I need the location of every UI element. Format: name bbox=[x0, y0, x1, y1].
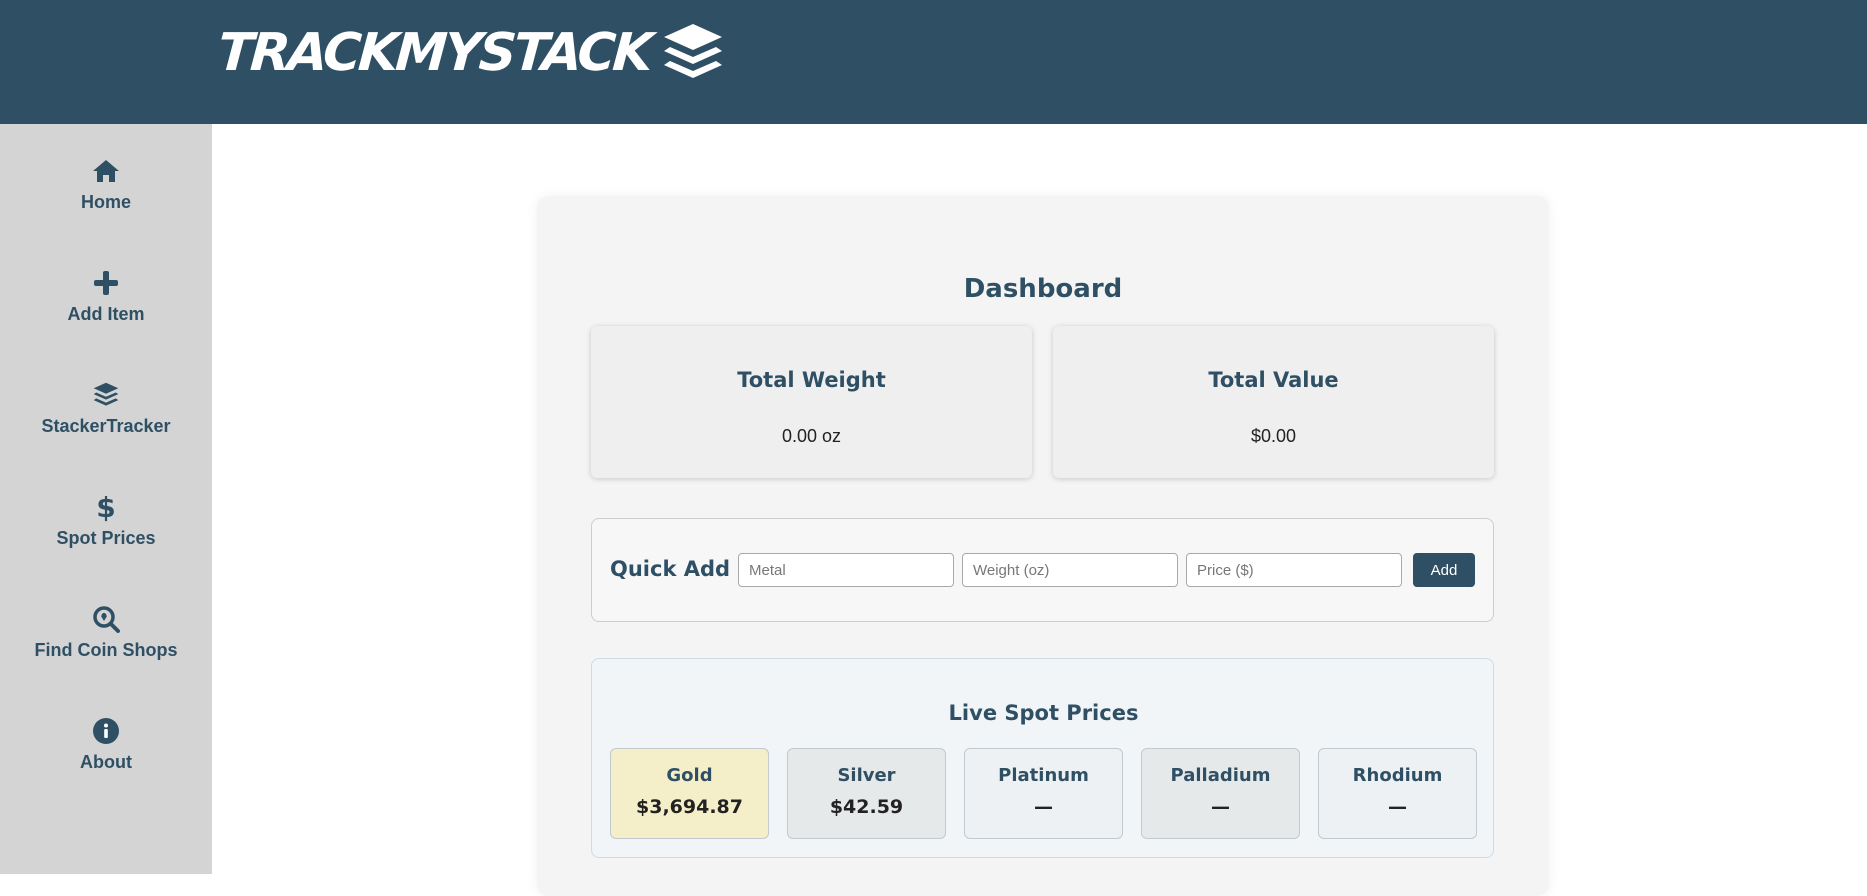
spot-card-silver: Silver $42.59 bbox=[787, 748, 946, 839]
home-icon bbox=[91, 156, 121, 186]
total-value-card: Total Value $0.00 bbox=[1053, 326, 1494, 478]
total-weight-card: Total Weight 0.00 oz bbox=[591, 326, 1032, 478]
total-value-label: Total Value bbox=[1208, 368, 1339, 392]
metal-price: $3,694.87 bbox=[636, 796, 743, 818]
sidebar-item-stackertracker[interactable]: StackerTracker bbox=[0, 362, 212, 452]
metal-name: Rhodium bbox=[1352, 765, 1443, 786]
metal-price: — bbox=[1211, 796, 1230, 818]
app-logo[interactable]: TRACKMYSTACK bbox=[215, 18, 726, 88]
metal-name: Gold bbox=[666, 765, 713, 786]
spot-card-platinum: Platinum — bbox=[964, 748, 1123, 839]
metal-input[interactable] bbox=[738, 553, 954, 587]
sidebar-item-label: Spot Prices bbox=[56, 528, 156, 548]
sidebar: Home Add Item StackerTracker $ Spot Pric… bbox=[0, 124, 212, 874]
layers-logo-icon bbox=[664, 24, 722, 78]
page-title: Dashboard bbox=[963, 274, 1123, 304]
live-spot-prices-panel: Live Spot Prices Gold $3,694.87 Silver $… bbox=[591, 658, 1494, 858]
price-input[interactable] bbox=[1186, 553, 1402, 587]
metal-price: — bbox=[1388, 796, 1407, 818]
metal-price: — bbox=[1034, 796, 1053, 818]
logo-text: TRACKMYSTACK bbox=[215, 23, 653, 83]
sidebar-item-label: Home bbox=[80, 192, 131, 212]
sidebar-item-label: Add Item bbox=[67, 304, 145, 324]
layers-icon bbox=[91, 380, 121, 410]
plus-icon bbox=[91, 268, 121, 298]
sidebar-item-find-coin-shops[interactable]: Find Coin Shops bbox=[0, 586, 212, 676]
sidebar-item-spot-prices[interactable]: $ Spot Prices bbox=[0, 474, 212, 564]
dollar-icon: $ bbox=[96, 490, 116, 524]
weight-input[interactable] bbox=[962, 553, 1178, 587]
spot-card-rhodium: Rhodium — bbox=[1318, 748, 1477, 839]
metal-price: $42.59 bbox=[829, 796, 904, 818]
search-location-icon bbox=[91, 604, 121, 634]
dashboard-card: Dashboard Total Weight 0.00 oz Total Val… bbox=[537, 196, 1549, 896]
sidebar-item-label: Find Coin Shops bbox=[34, 640, 178, 660]
total-weight-label: Total Weight bbox=[737, 368, 886, 392]
quick-add-form: Quick Add Add bbox=[591, 518, 1494, 622]
quick-add-label: Quick Add bbox=[610, 557, 731, 581]
spot-card-gold: Gold $3,694.87 bbox=[610, 748, 769, 839]
metal-name: Platinum bbox=[998, 765, 1089, 786]
sidebar-item-about[interactable]: About bbox=[0, 698, 212, 788]
metal-name: Silver bbox=[837, 765, 896, 786]
sidebar-item-add-item[interactable]: Add Item bbox=[0, 250, 212, 340]
metal-name: Palladium bbox=[1170, 765, 1271, 786]
info-icon bbox=[91, 716, 121, 746]
top-bar: TRACKMYSTACK bbox=[0, 0, 1867, 124]
sidebar-item-label: StackerTracker bbox=[41, 416, 171, 436]
sidebar-item-home[interactable]: Home bbox=[0, 138, 212, 228]
add-button[interactable]: Add bbox=[1413, 553, 1475, 587]
sidebar-item-label: About bbox=[80, 752, 132, 772]
total-weight-value: 0.00 oz bbox=[781, 426, 842, 446]
spot-card-palladium: Palladium — bbox=[1141, 748, 1300, 839]
total-value-value: $0.00 bbox=[1250, 426, 1297, 446]
spot-prices-title: Live Spot Prices bbox=[948, 701, 1139, 725]
